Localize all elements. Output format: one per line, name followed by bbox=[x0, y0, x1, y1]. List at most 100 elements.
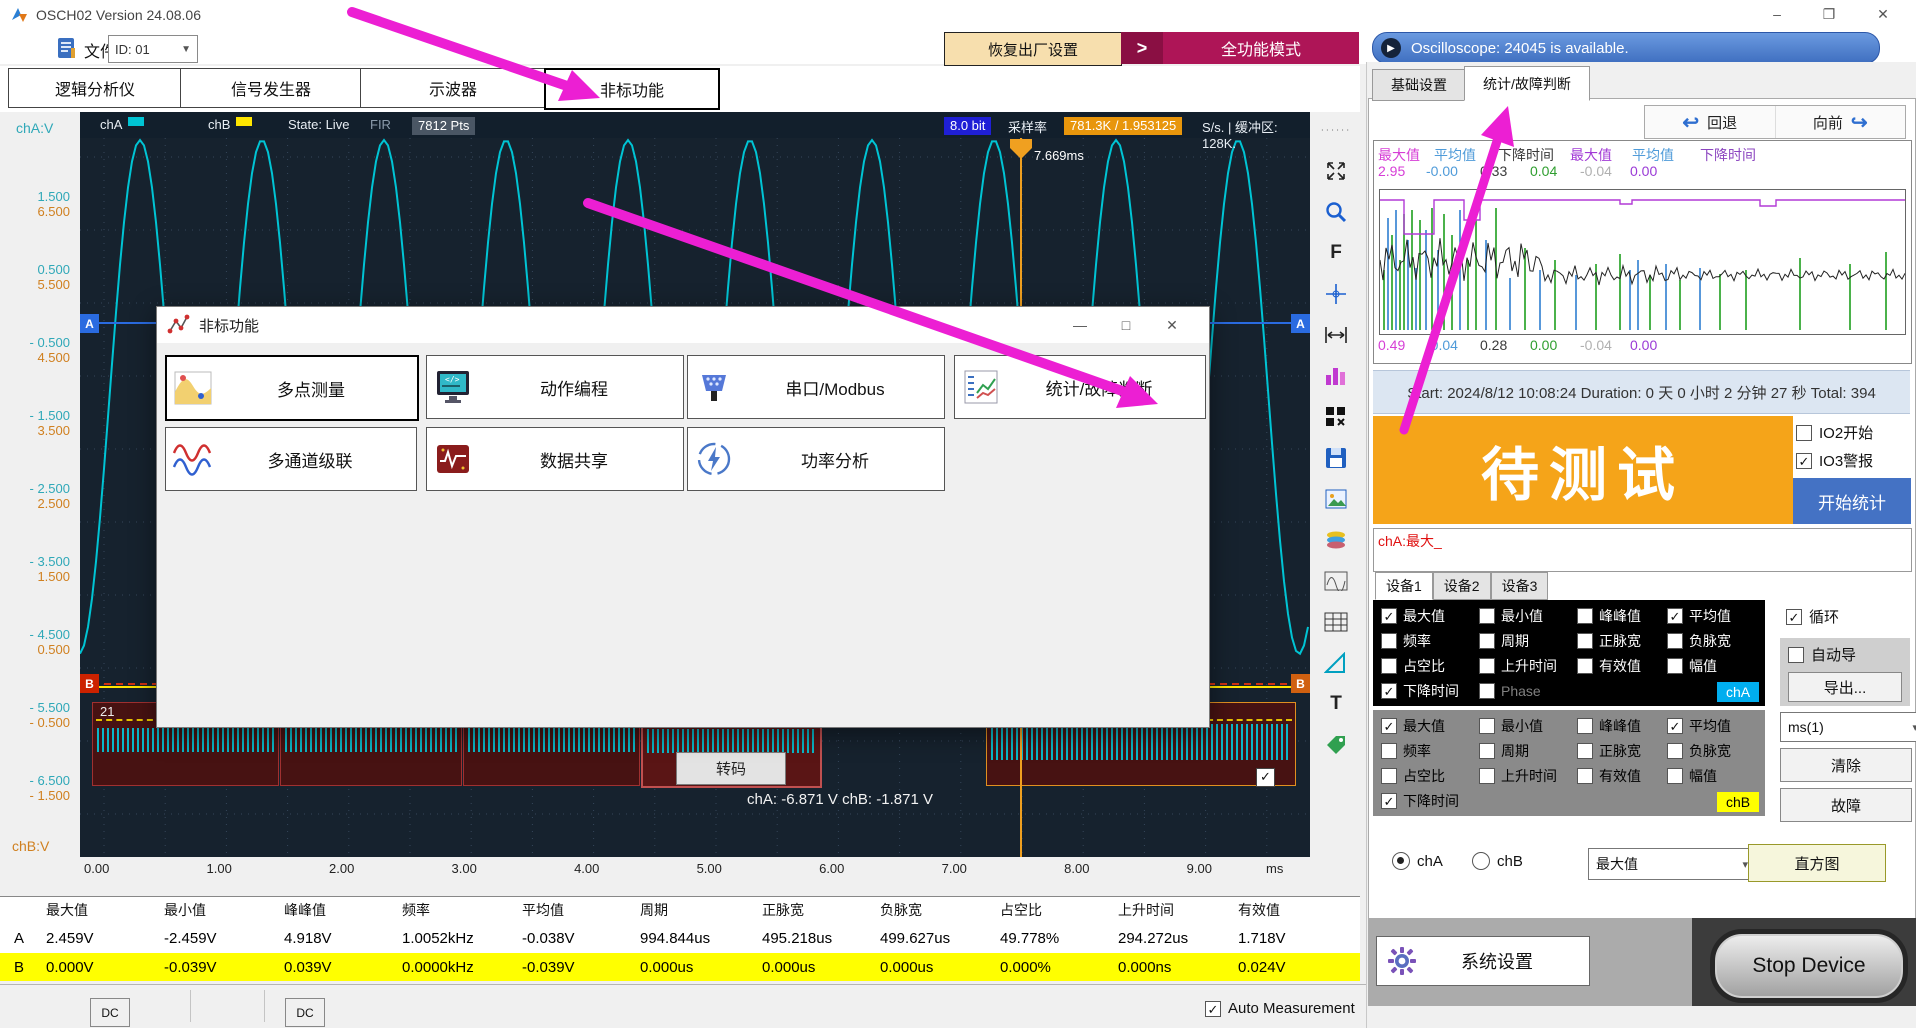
marker-A-right[interactable]: A bbox=[1291, 314, 1310, 333]
measure-option[interactable]: 最小值 bbox=[1479, 716, 1577, 736]
dialog-title-bar[interactable]: 非标功能 — □ ✕ bbox=[157, 307, 1209, 343]
marker-B-right[interactable]: B bbox=[1291, 674, 1310, 693]
measure-option[interactable]: Phase bbox=[1479, 683, 1577, 699]
measure-option[interactable]: 占空比 bbox=[1381, 766, 1479, 786]
waveform-box-icon[interactable] bbox=[1318, 565, 1354, 597]
radio-chA[interactable]: chA bbox=[1392, 852, 1443, 870]
measure-option[interactable]: 频率 bbox=[1381, 631, 1479, 651]
forward-button[interactable]: 向前 ↪ bbox=[1776, 106, 1906, 138]
device-tab[interactable]: 设备1 bbox=[1375, 572, 1433, 600]
auto-measurement-toggle[interactable]: Auto Measurement bbox=[1205, 1000, 1355, 1017]
measure-option[interactable]: 有效值 bbox=[1577, 656, 1667, 676]
tab-basic-settings[interactable]: 基础设置 bbox=[1372, 69, 1466, 101]
power-analysis-button[interactable]: 功率分析 bbox=[687, 427, 945, 491]
drag-dots-icon[interactable]: ∙∙∙∙∙∙ bbox=[1318, 114, 1354, 146]
transcode-button[interactable]: 转码 bbox=[676, 752, 786, 785]
measure-checkbox[interactable] bbox=[1479, 768, 1495, 784]
measure-checkbox[interactable] bbox=[1381, 608, 1397, 624]
multi-channel-cascade-button[interactable]: 多通道级联 bbox=[165, 427, 417, 491]
stats-minichart[interactable] bbox=[1379, 189, 1906, 335]
measure-checkbox[interactable] bbox=[1479, 633, 1495, 649]
measure-option[interactable]: 下降时间 bbox=[1381, 791, 1479, 811]
marker-A-left[interactable]: A bbox=[80, 314, 99, 333]
close-button[interactable]: ✕ bbox=[1858, 0, 1908, 28]
measure-option[interactable]: 负脉宽 bbox=[1667, 631, 1767, 651]
loop-checkbox[interactable] bbox=[1786, 609, 1802, 625]
ruler-triangle-icon[interactable] bbox=[1318, 647, 1354, 679]
tag-icon[interactable] bbox=[1318, 729, 1354, 761]
measure-checkbox[interactable] bbox=[1381, 633, 1397, 649]
marker-B-left[interactable]: B bbox=[80, 674, 99, 693]
measure-option[interactable]: 周期 bbox=[1479, 741, 1577, 761]
auto-measurement-checkbox[interactable] bbox=[1205, 1001, 1221, 1017]
measure-checkbox[interactable] bbox=[1577, 658, 1593, 674]
tile-close-icon[interactable] bbox=[1318, 401, 1354, 433]
chA-radio[interactable] bbox=[1392, 852, 1410, 870]
data-sharing-button[interactable]: 数据共享 bbox=[426, 427, 684, 491]
measure-option[interactable]: 幅值 bbox=[1667, 656, 1767, 676]
measure-option[interactable]: 上升时间 bbox=[1479, 766, 1577, 786]
device-status-pill[interactable]: ▶ Oscilloscope: 24045 is available. bbox=[1372, 32, 1880, 64]
measure-checkbox[interactable] bbox=[1667, 718, 1683, 734]
dialog-maximize-button[interactable]: □ bbox=[1103, 307, 1149, 343]
measure-checkbox[interactable] bbox=[1479, 658, 1495, 674]
measure-checkbox[interactable] bbox=[1479, 683, 1495, 699]
measure-option[interactable]: 峰峰值 bbox=[1577, 716, 1667, 736]
start-stats-button[interactable]: 开始统计 bbox=[1793, 478, 1911, 524]
io2-checkbox[interactable] bbox=[1796, 425, 1812, 441]
loop-toggle[interactable]: 循环 bbox=[1786, 606, 1839, 627]
measure-checkbox[interactable] bbox=[1577, 633, 1593, 649]
measure-option[interactable]: 正脉宽 bbox=[1577, 741, 1667, 761]
measure-checkbox[interactable] bbox=[1667, 633, 1683, 649]
measure-option[interactable]: 有效值 bbox=[1577, 766, 1667, 786]
image-icon[interactable] bbox=[1318, 483, 1354, 515]
measure-checkbox[interactable] bbox=[1479, 718, 1495, 734]
stop-device-button[interactable]: Stop Device bbox=[1710, 929, 1908, 1003]
histogram-button[interactable]: 直方图 bbox=[1748, 844, 1886, 882]
text-tool-icon[interactable]: T bbox=[1318, 688, 1354, 720]
auto-export-checkbox[interactable] bbox=[1788, 647, 1804, 663]
measure-option[interactable]: 上升时间 bbox=[1479, 656, 1577, 676]
stats-fault-button[interactable]: 统计/故障判断 bbox=[954, 355, 1206, 419]
measure-checkbox[interactable] bbox=[1381, 743, 1397, 759]
multi-point-measure-button[interactable]: 多点测量 bbox=[165, 355, 419, 421]
dialog-minimize-button[interactable]: — bbox=[1057, 307, 1103, 343]
measure-option[interactable]: 频率 bbox=[1381, 741, 1479, 761]
serial-modbus-button[interactable]: 串口/Modbus bbox=[687, 355, 945, 419]
measure-checkbox[interactable] bbox=[1479, 608, 1495, 624]
measure-checkbox[interactable] bbox=[1381, 768, 1397, 784]
measure-checkbox[interactable] bbox=[1381, 658, 1397, 674]
device-tab[interactable]: 设备3 bbox=[1491, 572, 1549, 600]
measure-option[interactable]: 正脉宽 bbox=[1577, 631, 1667, 651]
device-id-select[interactable]: ID: 01▼ bbox=[108, 35, 198, 63]
back-button[interactable]: ↩ 回退 bbox=[1645, 106, 1776, 138]
measure-checkbox[interactable] bbox=[1381, 718, 1397, 734]
measure-option[interactable]: 最大值 bbox=[1381, 606, 1479, 626]
io3-checkbox[interactable] bbox=[1796, 453, 1812, 469]
measure-checkbox[interactable] bbox=[1667, 658, 1683, 674]
restore-factory-button[interactable]: 恢复出厂设置 bbox=[944, 32, 1122, 66]
measure-checkbox[interactable] bbox=[1381, 683, 1397, 699]
measure-option[interactable]: 平均值 bbox=[1667, 716, 1767, 736]
system-settings-button[interactable]: 系统设置 bbox=[1376, 936, 1590, 986]
measure-option[interactable]: 最大值 bbox=[1381, 716, 1479, 736]
measure-checkbox[interactable] bbox=[1667, 608, 1683, 624]
measure-option[interactable]: 下降时间 bbox=[1381, 681, 1479, 701]
main-tab-3[interactable]: 示波器 bbox=[360, 68, 546, 108]
coupling-chA-button[interactable]: DC bbox=[90, 998, 130, 1027]
crosshair-icon[interactable] bbox=[1318, 278, 1354, 310]
radio-chB[interactable]: chB bbox=[1472, 852, 1523, 870]
measure-checkbox[interactable] bbox=[1577, 743, 1593, 759]
measure-option[interactable]: 最小值 bbox=[1479, 606, 1577, 626]
save-icon[interactable] bbox=[1318, 442, 1354, 474]
histogram-icon[interactable] bbox=[1318, 360, 1354, 392]
thumbnail-checkbox[interactable]: ✓ bbox=[1256, 768, 1275, 787]
measure-option[interactable]: 负脉宽 bbox=[1667, 741, 1767, 761]
table-icon[interactable] bbox=[1318, 606, 1354, 638]
action-programming-button[interactable]: </> 动作编程 bbox=[426, 355, 684, 419]
dialog-close-button[interactable]: ✕ bbox=[1149, 307, 1195, 343]
measure-option[interactable]: 平均值 bbox=[1667, 606, 1767, 626]
measure-option[interactable]: 幅值 bbox=[1667, 766, 1767, 786]
measure-checkbox[interactable] bbox=[1381, 793, 1397, 809]
measure-option[interactable]: 周期 bbox=[1479, 631, 1577, 651]
